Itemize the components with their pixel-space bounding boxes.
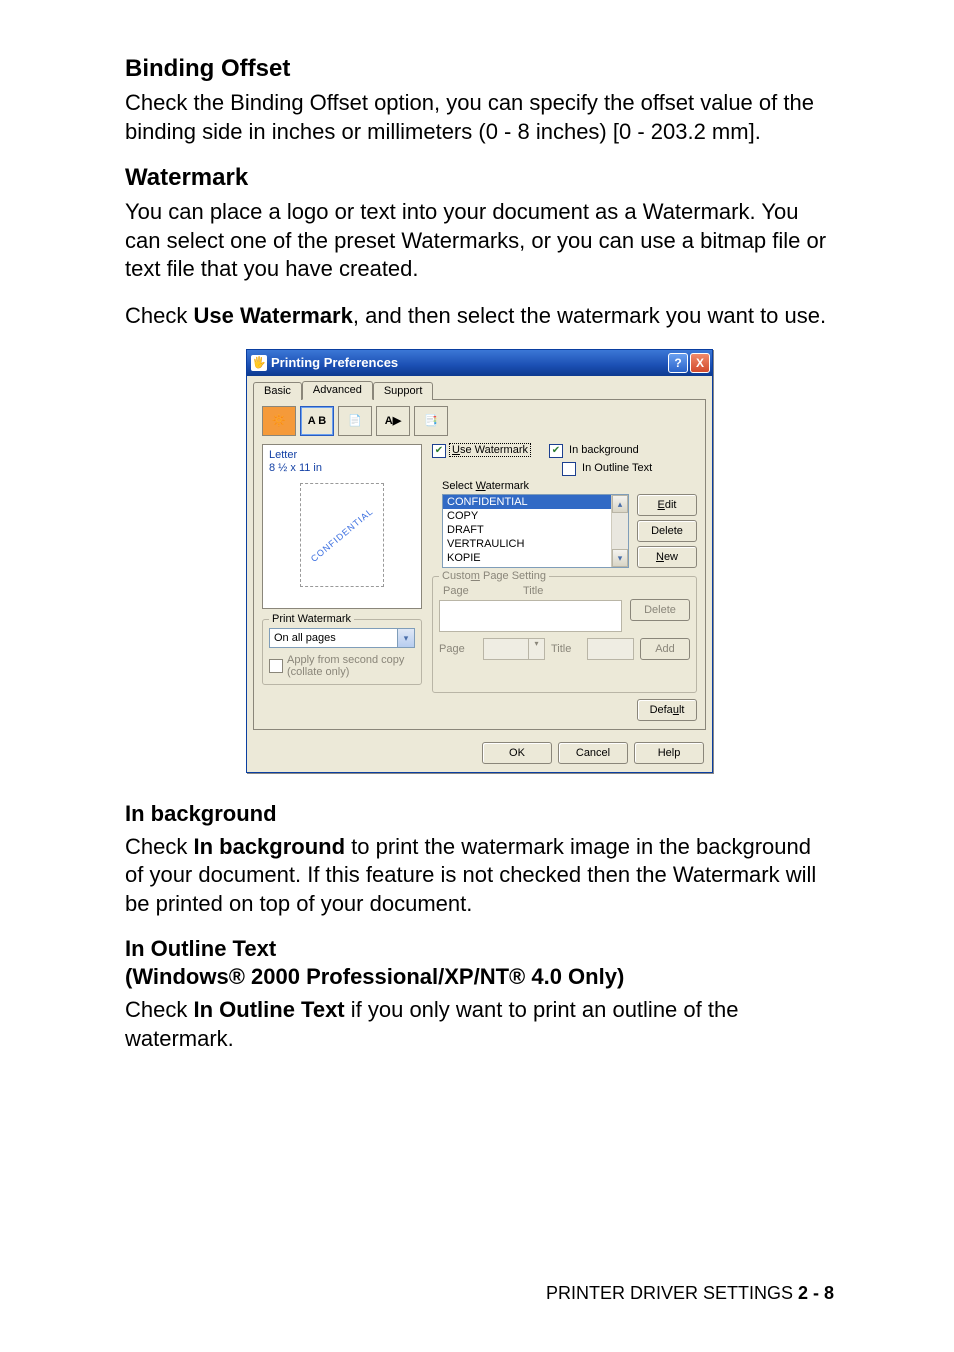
tab-advanced[interactable]: Advanced [302,381,373,400]
toolbar-icon-watermark[interactable]: A B [300,406,334,436]
para-in-background: Check In background to print the waterma… [125,833,834,919]
in-background-checkbox[interactable]: ✔ In background [549,444,639,458]
print-watermark-value: On all pages [274,632,336,644]
dialog-titlebar: 🖐 Printing Preferences ? X [247,350,712,376]
listbox-scrollbar[interactable]: ▴ ▾ [611,495,628,567]
delete-button[interactable]: Delete [637,520,697,542]
app-icon: 🖐 [251,355,267,371]
cps-listbox[interactable] [439,600,622,632]
custom-page-setting-title: Custom Page Setting [439,570,549,582]
cancel-button[interactable]: Cancel [558,742,628,764]
subtitle-in-outline: (Windows® 2000 Professional/XP/NT® 4.0 O… [125,964,834,990]
select-watermark-label: Select Watermark [442,480,697,492]
para-watermark-1: You can place a logo or text into your d… [125,198,834,284]
custom-page-setting-group: Custom Page Setting Page Title [432,576,697,693]
heading-in-outline: In Outline Text [125,936,834,962]
toolbar-icon-3[interactable]: 📄 [338,406,372,436]
page-footer: PRINTER DRIVER SETTINGS 2 - 8 [546,1283,834,1304]
list-item[interactable]: COPY [443,509,611,523]
heading-in-background: In background [125,801,834,827]
edit-button[interactable]: Edit [637,494,697,516]
spinner-down-icon[interactable]: ▾ [528,639,544,659]
cps-title-label: Title [551,643,581,655]
print-watermark-group-title: Print Watermark [269,613,354,625]
new-button[interactable]: New [637,546,697,568]
toolbar-icon-4[interactable]: A▶ [376,406,410,436]
use-watermark-checkbox[interactable]: ✔Use Watermark [432,444,531,458]
dialog-title: Printing Preferences [271,355,666,370]
tab-basic[interactable]: Basic [253,382,302,400]
heading-binding-offset: Binding Offset [125,55,834,83]
paper-size: 8 ½ x 11 in [269,462,415,475]
ok-button[interactable]: OK [482,742,552,764]
cps-delete-button[interactable]: Delete [630,599,690,621]
paper-name: Letter [269,449,415,462]
titlebar-help-button[interactable]: ? [668,353,688,373]
dialog-button-bar: OK Cancel Help [247,736,712,772]
heading-watermark: Watermark [125,164,834,192]
cps-page-label: Page [439,643,477,655]
tabs: Basic Advanced Support [247,376,712,399]
tab-panel-advanced: 🔆 A B 📄 A▶ 📑 Letter 8 ½ x 11 in CONFIDEN… [253,399,706,730]
list-item[interactable]: DRAFT [443,523,611,537]
chevron-down-icon: ▾ [397,629,414,647]
cps-col-title: Title [523,585,543,597]
list-item[interactable]: KOPIE [443,551,611,565]
scroll-up-icon[interactable]: ▴ [612,495,628,513]
list-item[interactable]: VERTRAULICH [443,537,611,551]
print-watermark-group: Print Watermark On all pages ▾ Apply fro… [262,619,422,685]
help-button[interactable]: Help [634,742,704,764]
watermark-listbox[interactable]: CONFIDENTIAL COPY DRAFT VERTRAULICH KOPI… [442,494,629,568]
scroll-down-icon[interactable]: ▾ [612,549,628,567]
para-watermark-2: Check Use Watermark, and then select the… [125,302,834,331]
tab-support[interactable]: Support [373,382,434,400]
preview-watermark-text: CONFIDENTIAL [309,506,375,564]
para-binding-offset: Check the Binding Offset option, you can… [125,89,834,146]
titlebar-close-button[interactable]: X [690,353,710,373]
default-button[interactable]: Default [637,699,697,721]
cps-page-spinner[interactable]: ▾ [483,638,545,660]
cps-col-page: Page [443,585,523,597]
list-item[interactable]: CONFIDENTIAL [443,495,611,509]
apply-from-second-copy-checkbox[interactable]: Apply from second copy (collate only) [269,654,415,678]
print-watermark-combo[interactable]: On all pages ▾ [269,628,415,648]
cps-title-input[interactable] [587,638,634,660]
toolbar: 🔆 A B 📄 A▶ 📑 [262,406,697,436]
paper-preview: Letter 8 ½ x 11 in CONFIDENTIAL [262,444,422,609]
cps-add-button[interactable]: Add [640,638,690,660]
toolbar-icon-1[interactable]: 🔆 [262,406,296,436]
printing-preferences-dialog: 🖐 Printing Preferences ? X Basic Advance… [246,349,713,773]
toolbar-icon-5[interactable]: 📑 [414,406,448,436]
para-in-outline: Check In Outline Text if you only want t… [125,996,834,1053]
in-outline-text-checkbox[interactable]: . In Outline Text [562,462,652,476]
